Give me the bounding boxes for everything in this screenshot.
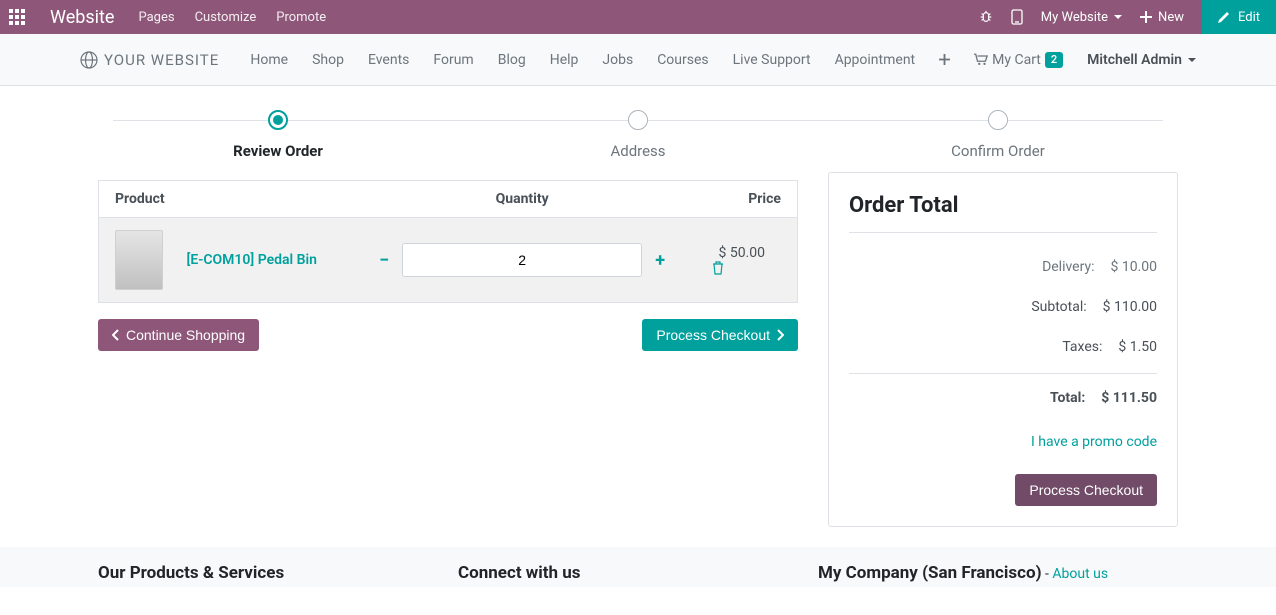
caret-down-icon bbox=[1188, 58, 1196, 62]
line-price: $ 50.00 bbox=[718, 245, 765, 261]
caret-down-icon bbox=[1114, 15, 1122, 19]
footer-col-connect: Connect with us bbox=[458, 563, 818, 583]
taxes-label: Taxes: bbox=[849, 339, 1118, 355]
delivery-value: $ 10.00 bbox=[1110, 259, 1157, 275]
chevron-right-icon bbox=[776, 329, 784, 341]
step-address[interactable]: Address bbox=[458, 110, 818, 160]
subtotal-value: $ 110.00 bbox=[1103, 299, 1157, 315]
new-button-label: New bbox=[1158, 10, 1184, 25]
plus-icon bbox=[939, 54, 950, 65]
nav-cart[interactable]: My Cart 2 bbox=[974, 52, 1063, 68]
step-indicator-icon bbox=[988, 110, 1008, 130]
promo-code-link[interactable]: I have a promo code bbox=[1031, 434, 1157, 450]
continue-shopping-label: Continue Shopping bbox=[126, 327, 245, 343]
product-name-link[interactable]: [E-COM10] Pedal Bin bbox=[186, 252, 317, 268]
step-label: Confirm Order bbox=[818, 142, 1178, 160]
mobile-preview-icon[interactable] bbox=[1011, 0, 1023, 34]
chevron-left-icon bbox=[112, 329, 120, 341]
footer-sep: - bbox=[1042, 566, 1053, 582]
col-quantity: Quantity bbox=[348, 181, 697, 218]
footer-col-company: My Company (San Francisco) - About us bbox=[818, 563, 1178, 583]
total-value: $ 111.50 bbox=[1101, 390, 1157, 406]
site-dropdown[interactable]: My Website bbox=[1041, 10, 1122, 25]
step-confirm-order[interactable]: Confirm Order bbox=[818, 110, 1178, 160]
delivery-label: Delivery: bbox=[849, 259, 1110, 275]
order-total-title: Order Total bbox=[849, 193, 1157, 218]
nav-help[interactable]: Help bbox=[550, 52, 579, 68]
row-total: Total: $ 111.50 bbox=[849, 373, 1157, 418]
table-row: [E-COM10] Pedal Bin − + $ 50.00 bbox=[99, 218, 798, 303]
cart-icon bbox=[974, 53, 988, 66]
order-items-table: Product Quantity Price [E-COM10] Pedal B… bbox=[98, 180, 798, 303]
qty-input[interactable] bbox=[402, 243, 642, 277]
user-dropdown[interactable]: Mitchell Admin bbox=[1087, 52, 1196, 68]
step-review-order[interactable]: Review Order bbox=[98, 110, 458, 160]
continue-shopping-button[interactable]: Continue Shopping bbox=[98, 319, 259, 351]
app-title[interactable]: Website bbox=[34, 7, 130, 28]
taxes-value: $ 1.50 bbox=[1118, 339, 1157, 355]
site-logo[interactable]: YOUR WEBSITE bbox=[80, 51, 219, 69]
nav-appointment[interactable]: Appointment bbox=[835, 52, 916, 68]
nav-cart-label: My Cart bbox=[992, 52, 1041, 68]
site-footer: Our Products & Services Connect with us … bbox=[0, 547, 1276, 587]
col-product: Product bbox=[99, 181, 348, 218]
user-name: Mitchell Admin bbox=[1087, 52, 1182, 68]
total-label: Total: bbox=[849, 390, 1101, 406]
subtotal-label: Subtotal: bbox=[849, 299, 1103, 315]
step-label: Address bbox=[458, 142, 818, 160]
card-process-checkout-label: Process Checkout bbox=[1029, 482, 1143, 498]
row-subtotal: Subtotal: $ 110.00 bbox=[849, 287, 1157, 327]
step-label: Review Order bbox=[98, 142, 458, 160]
nav-live-support[interactable]: Live Support bbox=[733, 52, 811, 68]
top-menu: Pages Customize Promote bbox=[138, 10, 326, 25]
qty-decrease-button[interactable]: − bbox=[374, 250, 394, 271]
nav-events[interactable]: Events bbox=[368, 52, 409, 68]
site-dropdown-label: My Website bbox=[1041, 10, 1108, 25]
col-price: Price bbox=[696, 181, 797, 218]
cart-count-badge: 2 bbox=[1045, 52, 1063, 68]
nav-forum[interactable]: Forum bbox=[433, 52, 473, 68]
globe-icon bbox=[80, 51, 98, 69]
about-us-link[interactable]: About us bbox=[1052, 566, 1108, 582]
top-menu-promote[interactable]: Promote bbox=[276, 10, 326, 25]
nav-jobs[interactable]: Jobs bbox=[602, 52, 633, 68]
edit-button-label: Edit bbox=[1238, 10, 1260, 25]
step-indicator-icon bbox=[628, 110, 648, 130]
row-delivery: Delivery: $ 10.00 bbox=[849, 247, 1157, 287]
site-logo-text: YOUR WEBSITE bbox=[104, 51, 219, 69]
apps-icon[interactable] bbox=[0, 0, 34, 34]
step-indicator-icon bbox=[268, 110, 288, 130]
app-top-bar: Website Pages Customize Promote My Websi… bbox=[0, 0, 1276, 34]
top-menu-customize[interactable]: Customize bbox=[195, 10, 257, 25]
nav-courses[interactable]: Courses bbox=[657, 52, 708, 68]
top-menu-pages[interactable]: Pages bbox=[138, 10, 174, 25]
new-button[interactable]: New bbox=[1140, 10, 1184, 25]
checkout-steps: Review Order Address Confirm Order bbox=[98, 110, 1178, 160]
site-nav: Home Shop Events Forum Blog Help Jobs Co… bbox=[250, 52, 1256, 68]
nav-blog[interactable]: Blog bbox=[498, 52, 526, 68]
process-checkout-label: Process Checkout bbox=[656, 327, 770, 343]
footer-col-products: Our Products & Services bbox=[98, 563, 458, 583]
process-checkout-button[interactable]: Process Checkout bbox=[642, 319, 798, 351]
edit-button[interactable]: Edit bbox=[1202, 0, 1276, 34]
remove-line-button[interactable] bbox=[712, 261, 781, 275]
nav-add[interactable] bbox=[939, 54, 950, 65]
company-name: My Company (San Francisco) bbox=[818, 563, 1042, 583]
trash-icon bbox=[712, 261, 724, 275]
card-process-checkout-button[interactable]: Process Checkout bbox=[1015, 474, 1157, 506]
qty-increase-button[interactable]: + bbox=[650, 250, 670, 271]
row-taxes: Taxes: $ 1.50 bbox=[849, 327, 1157, 367]
product-image[interactable] bbox=[115, 230, 163, 290]
nav-shop[interactable]: Shop bbox=[312, 52, 344, 68]
site-header: YOUR WEBSITE Home Shop Events Forum Blog… bbox=[0, 34, 1276, 86]
nav-home[interactable]: Home bbox=[250, 52, 288, 68]
debug-icon[interactable] bbox=[979, 0, 993, 34]
order-total-card: Order Total Delivery: $ 10.00 Subtotal: … bbox=[828, 172, 1178, 527]
